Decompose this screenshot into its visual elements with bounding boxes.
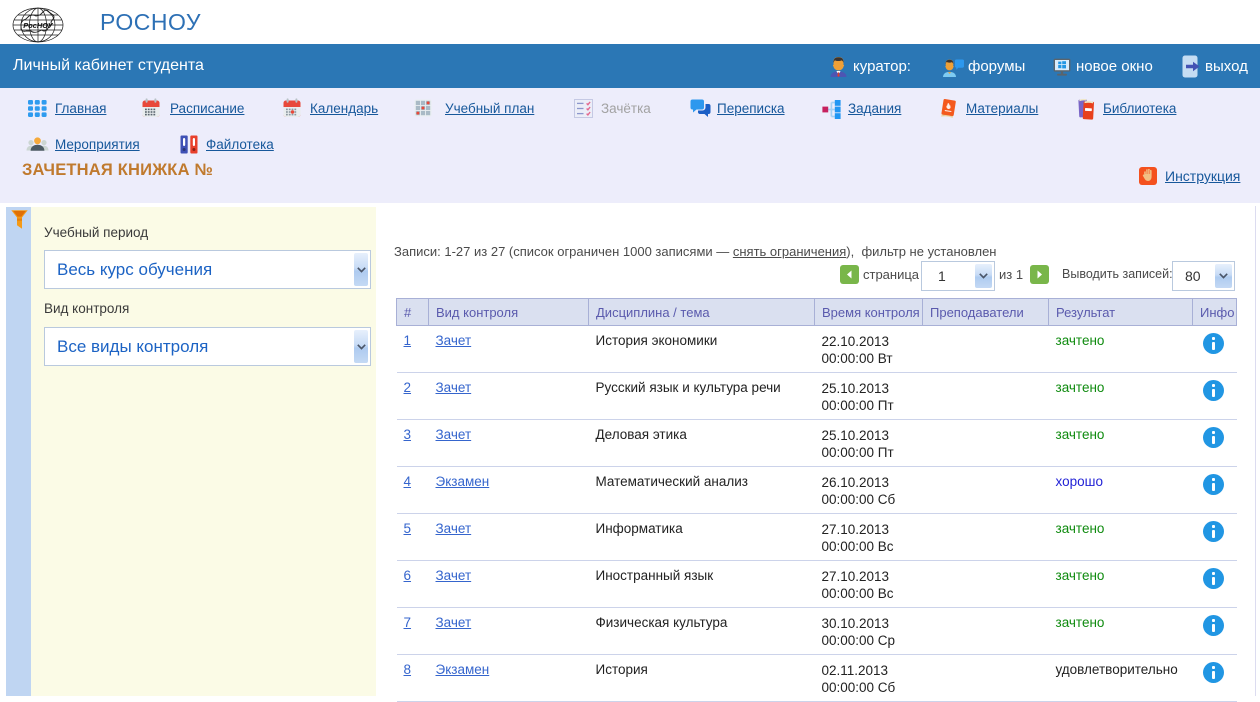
svg-text:РосНОУ: РосНОУ — [23, 21, 53, 30]
